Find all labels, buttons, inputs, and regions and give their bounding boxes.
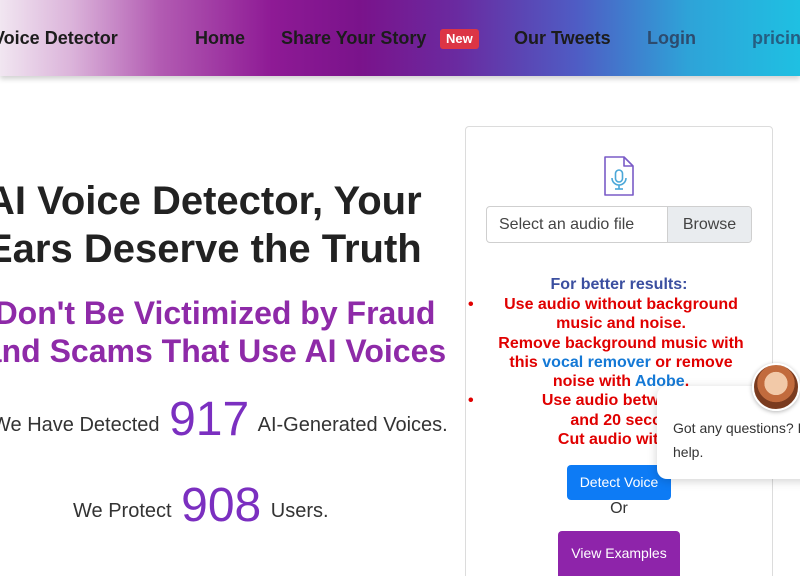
hero-subtitle: Don't Be Victimized by Fraud and Scams T… (0, 295, 447, 369)
vocal-remover-link[interactable]: vocal remover (542, 354, 651, 371)
browse-button[interactable]: Browse (667, 207, 751, 242)
view-examples-button[interactable]: View Examples (558, 531, 680, 576)
detected-count: 917 (169, 393, 250, 446)
detected-voices-stat: We Have Detected 917 AI-Generated Voices… (0, 392, 448, 447)
nav-home[interactable]: Home (195, 28, 245, 49)
tip-item: Use audio without background music and n… (468, 295, 752, 334)
brand-logo-text[interactable]: Voice Detector (0, 28, 118, 49)
hero-title: AI Voice Detector, Your Ears Deserve the… (0, 179, 422, 271)
or-separator: Or (610, 500, 628, 517)
protected-users-stat: We Protect 908 Users. (73, 478, 329, 533)
tips-title: For better results: (550, 276, 688, 293)
nav-login[interactable]: Login (647, 28, 696, 49)
nav-pricing[interactable]: pricin (752, 28, 800, 49)
file-input-label[interactable]: Select an audio file (487, 207, 667, 242)
chat-message: Got any questions? I help. (673, 420, 800, 460)
stat-prefix: We Have Detected (0, 414, 160, 436)
support-avatar[interactable] (752, 363, 800, 411)
navbar: Voice Detector Home Share Your Story New… (0, 0, 800, 76)
nav-our-tweets[interactable]: Our Tweets (514, 28, 611, 49)
nav-share-your-story[interactable]: Share Your Story (281, 28, 426, 49)
stat-suffix: AI-Generated Voices. (257, 414, 448, 436)
tip-item: Remove background music with this vocal … (498, 334, 744, 391)
audio-file-icon (604, 156, 634, 196)
detect-voice-button[interactable]: Detect Voice (567, 465, 671, 500)
audio-file-input[interactable]: Select an audio file Browse (486, 206, 752, 243)
stat-prefix: We Protect (73, 500, 172, 522)
stat-suffix: Users. (270, 500, 329, 522)
users-count: 908 (181, 479, 262, 532)
new-badge: New (440, 29, 479, 49)
